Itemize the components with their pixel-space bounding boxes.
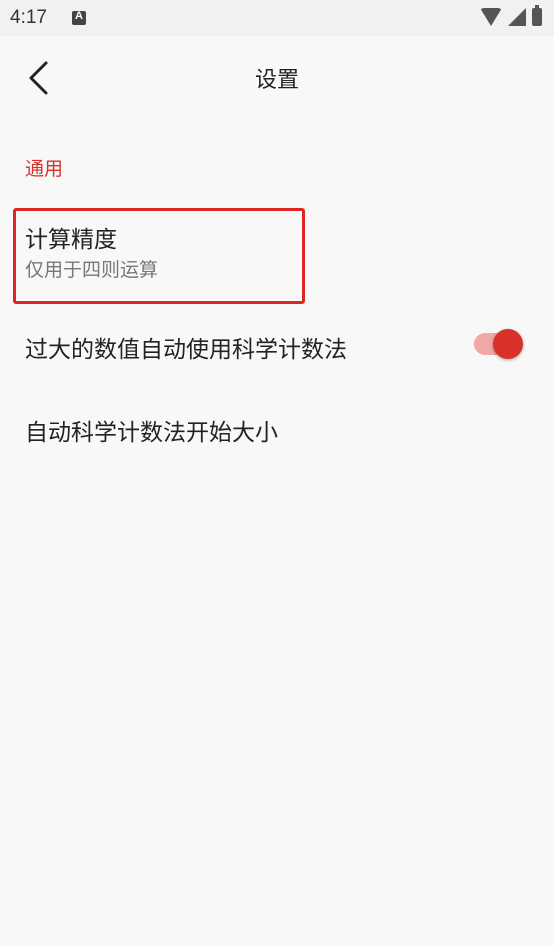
pref-item-scientific-threshold[interactable]: 自动科学计数法开始大小 bbox=[0, 392, 554, 468]
page-title: 设置 bbox=[254, 68, 299, 93]
signal-icon bbox=[508, 8, 526, 26]
notification-icon bbox=[72, 10, 86, 25]
pref-item-auto-scientific[interactable]: 过大的数值自动使用科学计数法 bbox=[0, 310, 554, 382]
status-icons bbox=[480, 5, 542, 26]
highlight-box bbox=[13, 208, 305, 304]
status-bar: 4:17 bbox=[0, 0, 554, 36]
battery-icon bbox=[532, 5, 542, 26]
pref-title: 过大的数值自动使用科学计数法 bbox=[25, 337, 347, 363]
pref-title: 自动科学计数法开始大小 bbox=[25, 420, 278, 446]
switch-thumb[interactable] bbox=[493, 329, 523, 359]
status-time: 4:17 bbox=[10, 7, 47, 28]
wifi-icon bbox=[480, 8, 502, 26]
section-header-general: 通用 bbox=[25, 158, 64, 180]
app-bar: 设置 bbox=[0, 36, 554, 116]
